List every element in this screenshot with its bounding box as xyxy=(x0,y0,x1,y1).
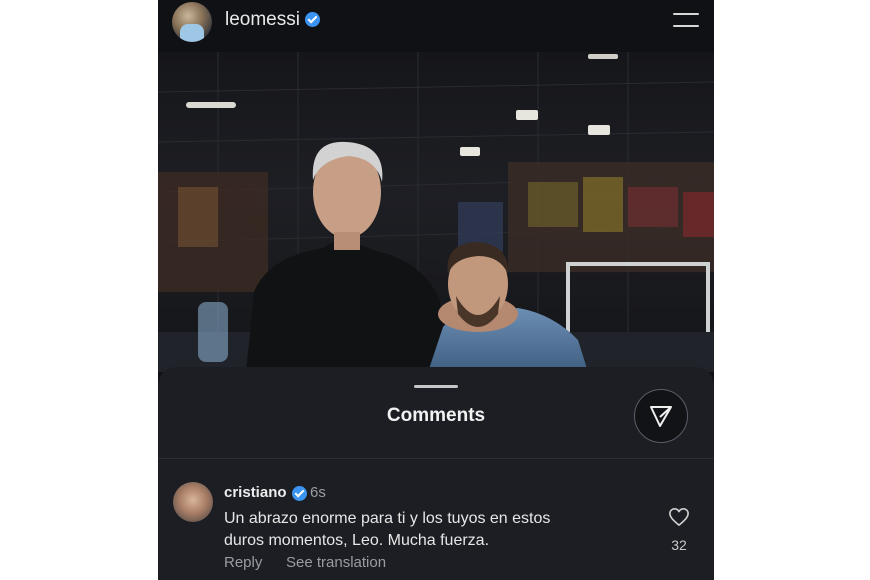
comment-avatar[interactable] xyxy=(173,482,213,522)
post-photo[interactable] xyxy=(158,52,714,372)
profile-header: leomessi xyxy=(158,0,714,52)
comments-title: Comments xyxy=(386,405,486,426)
profile-username[interactable]: leomessi xyxy=(225,9,300,31)
verified-badge-icon xyxy=(292,486,307,501)
heart-icon[interactable] xyxy=(668,507,690,527)
comment-text: Un abrazo enorme para ti y los tuyos en … xyxy=(224,508,624,552)
comment-text-line-2: duros momentos, Leo. Mucha fuerza. xyxy=(224,532,490,549)
share-button[interactable] xyxy=(634,389,688,443)
see-translation-button[interactable]: See translation xyxy=(286,554,386,571)
comment-time: 6s xyxy=(310,484,326,501)
verified-badge-icon xyxy=(305,12,320,27)
reply-button[interactable]: Reply xyxy=(224,554,262,571)
phone-screen: leomessi Comments cristiano 6s Un abrazo… xyxy=(158,0,714,580)
comment-username[interactable]: cristiano xyxy=(224,484,287,501)
comments-sheet: Comments cristiano 6s Un abrazo enorme p… xyxy=(158,367,714,580)
post-photo-graphic xyxy=(158,52,714,372)
send-icon xyxy=(650,406,672,427)
like-count: 32 xyxy=(671,537,687,553)
sheet-divider xyxy=(158,458,714,459)
profile-avatar[interactable] xyxy=(172,2,212,42)
comment-text-line-1: Un abrazo enorme para ti y los tuyos en … xyxy=(224,510,551,527)
hamburger-menu-icon[interactable] xyxy=(673,11,701,29)
drag-handle[interactable] xyxy=(414,385,458,388)
